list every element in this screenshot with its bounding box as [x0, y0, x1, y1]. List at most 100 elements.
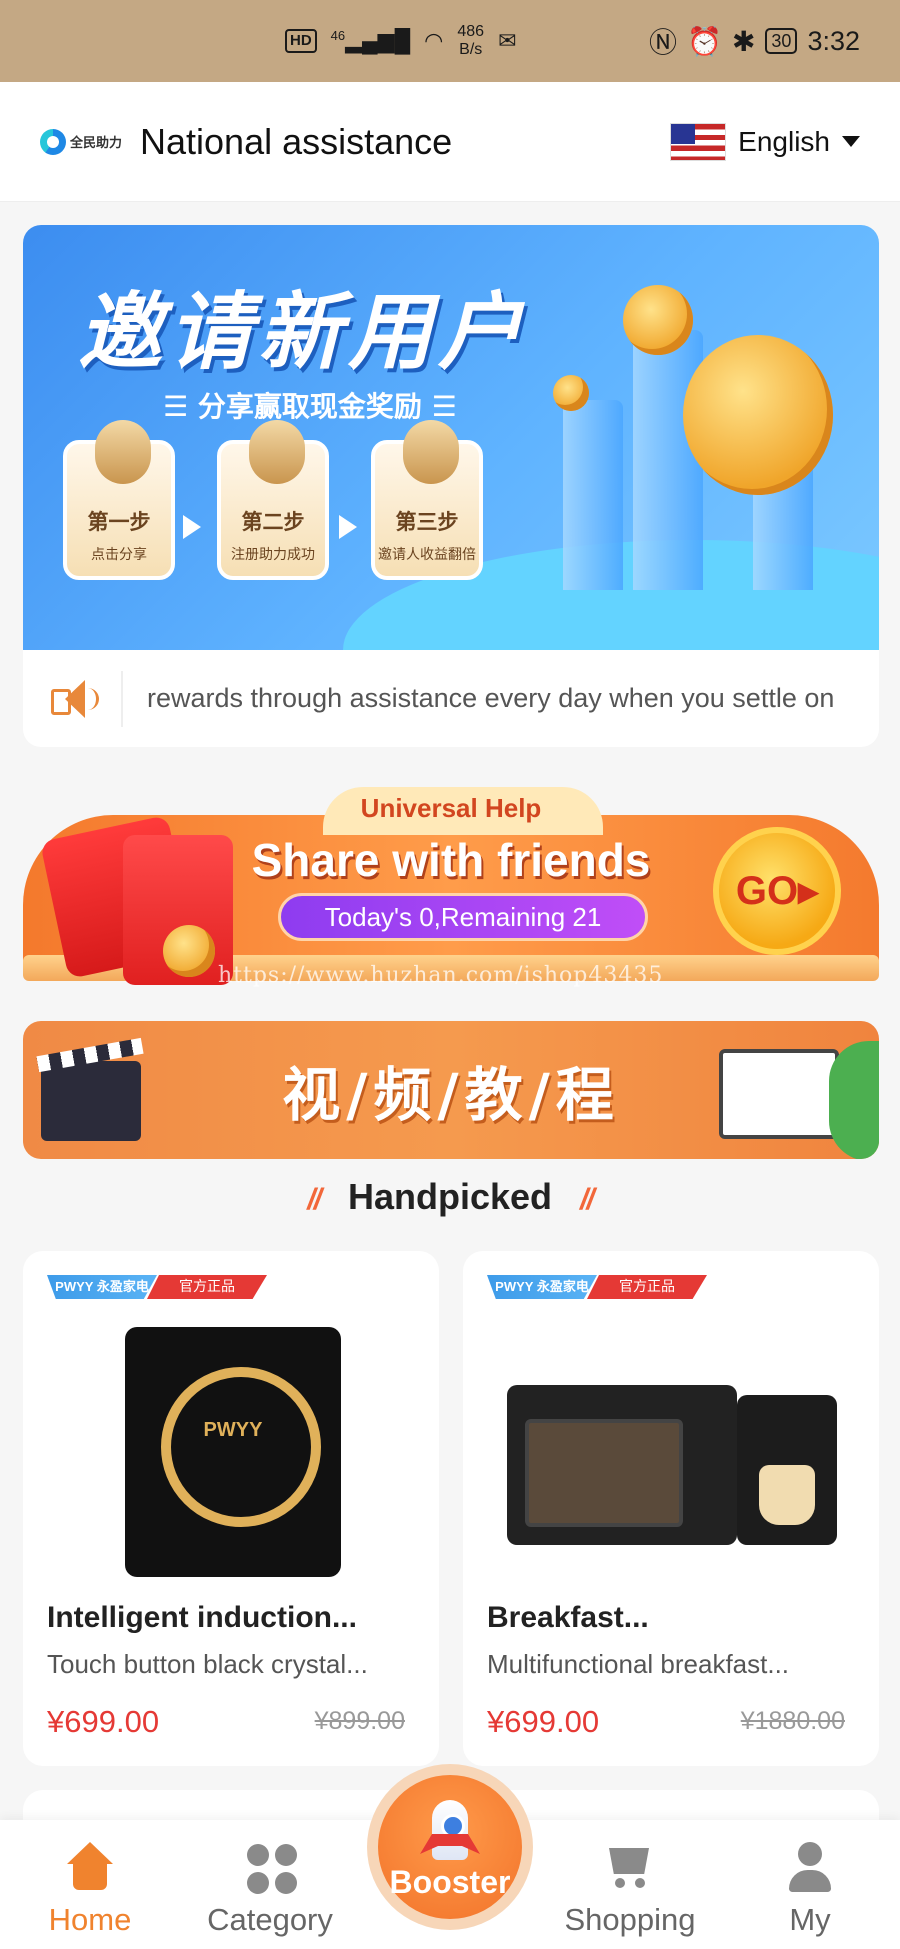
yuan-coin-icon: [403, 420, 459, 484]
toaster-oven-image: [507, 1385, 737, 1545]
step-title: 第一步: [87, 510, 151, 534]
app-header: 全民助力 National assistance English: [0, 82, 900, 202]
wifi-icon: ◠: [424, 28, 444, 53]
product-price: ¥699.00: [487, 1704, 600, 1739]
watermark: https://www.huzhan.com/ishop43435: [218, 963, 664, 988]
coin-icon: [683, 335, 833, 495]
brand-badge: PWYY 永盈家电: [47, 1275, 157, 1299]
language-selector[interactable]: English: [670, 122, 860, 161]
section-title: // Handpicked //: [0, 1176, 900, 1218]
app-logo: 全民助力: [40, 128, 123, 155]
wechat-icon: ✉: [498, 28, 517, 53]
step-desc: 邀请人收益翻倍: [378, 547, 476, 563]
us-flag-icon: [670, 122, 727, 161]
nav-category-label: Category: [207, 1902, 333, 1937]
network-speed: 486 B/s: [457, 23, 484, 59]
product-price: ¥699.00: [47, 1704, 160, 1739]
arrow-right-icon: [183, 515, 201, 539]
step-card: 第一步 点击分享: [63, 420, 175, 580]
hd-indicator: HD: [285, 29, 317, 53]
product-description: Multifunctional breakfast...: [487, 1649, 790, 1679]
step-desc: 点击分享: [91, 547, 147, 563]
nav-my[interactable]: My: [720, 1820, 900, 1949]
nfc-icon: Ⓝ: [649, 27, 678, 58]
speed-unit: B/s: [459, 41, 483, 58]
product-badge: PWYY 永盈家电 官方正品: [47, 1275, 287, 1299]
banner-subtitle: ☰ 分享赢取现金奖励 ☰: [163, 390, 457, 423]
product-card[interactable]: PWYY 永盈家电 官方正品 Breakfast... Multifunctio…: [463, 1251, 879, 1766]
nav-home[interactable]: Home: [0, 1820, 180, 1949]
user-icon: [95, 420, 151, 484]
page-title: National assistance: [140, 120, 453, 162]
coin-icon: [163, 925, 215, 977]
caret-down-icon: [842, 136, 860, 147]
product-card[interactable]: PWYY 永盈家电 官方正品 PWYY Intelligent inductio…: [23, 1251, 439, 1766]
remaining-count: Today's 0,Remaining 21: [278, 893, 648, 941]
cart-icon: [605, 1842, 655, 1894]
banner-title: 邀请新用户: [78, 283, 529, 381]
coin-icon: [553, 375, 589, 411]
coin-icon: [623, 285, 693, 355]
status-bar: HD 46▂▄▆█ ◠ 486 B/s ✉ Ⓝ ⏰ ✱ 30 3:32: [0, 0, 900, 82]
divider: [121, 670, 123, 727]
arrow-right-icon: [339, 515, 357, 539]
battery-icon: 30: [765, 28, 798, 54]
notice-text: rewards through assistance every day whe…: [147, 683, 835, 713]
product-name: Breakfast...: [487, 1601, 649, 1634]
nav-booster[interactable]: Booster: [367, 1764, 533, 1930]
step-title: 第三步: [395, 510, 459, 534]
banner-card: 邀请新用户 ☰ 分享赢取现金奖励 ☰ 第一步 点击分享 第二步 注册助力成功 第…: [23, 225, 879, 747]
phone-icon: [249, 420, 305, 484]
section-mark-right: //: [580, 1183, 595, 1216]
product-image: PWYY 永盈家电 官方正品: [487, 1275, 855, 1587]
language-label: English: [738, 125, 830, 157]
share-banner[interactable]: Universal Help Share with friends Today'…: [23, 775, 879, 997]
step-desc: 注册助力成功: [231, 547, 315, 563]
clapperboard-icon: [41, 1061, 141, 1141]
booster-button: Booster: [378, 1775, 522, 1919]
nav-home-label: Home: [48, 1902, 132, 1937]
product-original-price: ¥1880.00: [740, 1707, 845, 1735]
go-button[interactable]: GO ▸: [713, 827, 841, 955]
nav-shopping-label: Shopping: [564, 1902, 696, 1937]
share-kicker: Universal Help: [360, 793, 542, 823]
laptop-icon: [719, 1049, 839, 1139]
banner-tower: [633, 330, 703, 590]
speaker-icon: [47, 674, 99, 724]
step-card: 第二步 注册助力成功: [217, 420, 329, 580]
logo-icon: [40, 128, 66, 155]
nav-shopping[interactable]: Shopping: [540, 1820, 720, 1949]
status-right: Ⓝ ⏰ ✱ 30 3:32: [649, 21, 860, 61]
brand-badge: PWYY 永盈家电: [487, 1275, 597, 1299]
go-label: GO: [735, 868, 799, 913]
step-title: 第二步: [241, 510, 305, 534]
notice-bar[interactable]: rewards through assistance every day whe…: [23, 650, 879, 747]
product-image: PWYY 永盈家电 官方正品 PWYY: [47, 1275, 415, 1587]
alarm-icon: ⏰: [687, 25, 722, 57]
induction-cooker-image: PWYY: [125, 1327, 341, 1577]
logo-text: 全民助力: [70, 136, 123, 151]
video-tutorial-banner[interactable]: 视/频/教/程: [23, 1021, 879, 1159]
bluetooth-icon: ✱: [731, 25, 756, 57]
banner-tower: [563, 400, 623, 590]
user-icon: [785, 1842, 835, 1894]
official-badge: 官方正品: [147, 1275, 267, 1299]
product-name: Intelligent induction...: [47, 1601, 357, 1634]
plant-icon: [829, 1041, 879, 1159]
clock: 3:32: [807, 25, 860, 56]
product-description: Touch button black crystal...: [47, 1649, 368, 1679]
product-badge: PWYY 永盈家电 官方正品: [487, 1275, 727, 1299]
nav-category[interactable]: Category: [180, 1820, 360, 1949]
image-brand: PWYY: [203, 1419, 263, 1441]
step-card: 第三步 邀请人收益翻倍: [371, 420, 483, 580]
invite-steps: 第一步 点击分享 第二步 注册助力成功 第三步 邀请人收益翻倍: [63, 420, 483, 580]
home-icon: [65, 1842, 115, 1894]
category-icon: [245, 1842, 297, 1894]
invite-banner[interactable]: 邀请新用户 ☰ 分享赢取现金奖励 ☰ 第一步 点击分享 第二步 注册助力成功 第…: [23, 225, 879, 650]
speed-value: 486: [457, 23, 485, 40]
section-mark-left: //: [307, 1183, 322, 1216]
status-left: HD 46▂▄▆█ ◠ 486 B/s ✉: [285, 23, 517, 59]
nav-my-label: My: [789, 1902, 831, 1937]
signal-icon: 46▂▄▆█: [330, 28, 411, 53]
section-title-text: Handpicked: [347, 1176, 553, 1217]
